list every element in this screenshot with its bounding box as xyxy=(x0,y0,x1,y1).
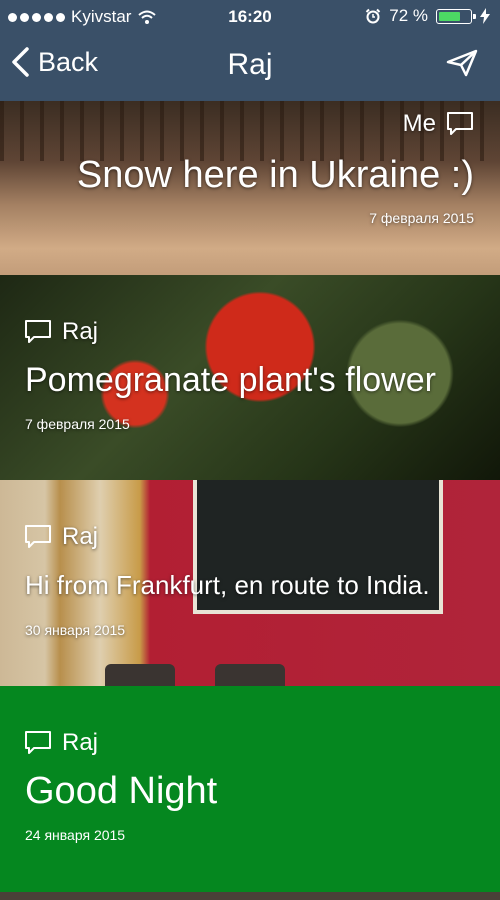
next-post-preview xyxy=(0,892,500,900)
post-text: Hi from Frankfurt, en route to India. xyxy=(25,570,430,600)
speech-bubble-icon xyxy=(25,525,51,548)
post-card[interactable]: Raj Hi from Frankfurt, en route to India… xyxy=(0,480,500,686)
author-name: Raj xyxy=(62,318,99,345)
post-author: Raj xyxy=(24,318,98,346)
post-text: Pomegranate plant's flower xyxy=(25,361,436,399)
post-author: Raj xyxy=(24,523,98,551)
send-button[interactable] xyxy=(446,49,478,82)
author-name: Raj xyxy=(62,729,99,756)
post-date: 7 февраля 2015 xyxy=(369,210,474,226)
speech-bubble-icon xyxy=(25,731,51,754)
coffee-machine-photo xyxy=(105,664,175,686)
post-date: 7 февраля 2015 xyxy=(25,416,130,432)
battery-percent: 72 % xyxy=(389,6,428,25)
top-bar: Kyivstar 16:20 72 % Back Raj xyxy=(0,0,500,101)
post-card[interactable]: Raj Pomegranate plant's flower 7 февраля… xyxy=(0,275,500,480)
post-card[interactable]: Raj Good Night 24 января 2015 xyxy=(0,686,500,892)
speech-bubble-icon xyxy=(447,112,473,135)
navigation-bar: Back Raj xyxy=(0,36,500,96)
author-name: Me xyxy=(402,110,436,137)
post-text: Good Night xyxy=(25,770,218,812)
post-text: Snow here in Ukraine :) xyxy=(76,154,474,196)
charging-icon xyxy=(480,8,490,24)
post-date: 30 января 2015 xyxy=(25,622,126,638)
paper-plane-icon xyxy=(446,49,478,77)
status-bar: Kyivstar 16:20 72 % xyxy=(0,0,500,32)
speech-bubble-icon xyxy=(25,320,51,343)
post-card[interactable]: Me Snow here in Ukraine :) 7 февраля 201… xyxy=(0,101,500,275)
battery-icon xyxy=(436,8,476,24)
post-author: Raj xyxy=(24,729,98,757)
page-title: Raj xyxy=(227,48,273,81)
post-date: 24 января 2015 xyxy=(25,827,126,843)
post-author: Me xyxy=(403,110,474,138)
alarm-clock-icon xyxy=(366,8,381,24)
author-name: Raj xyxy=(62,523,99,550)
coffee-machine-photo xyxy=(215,664,285,686)
